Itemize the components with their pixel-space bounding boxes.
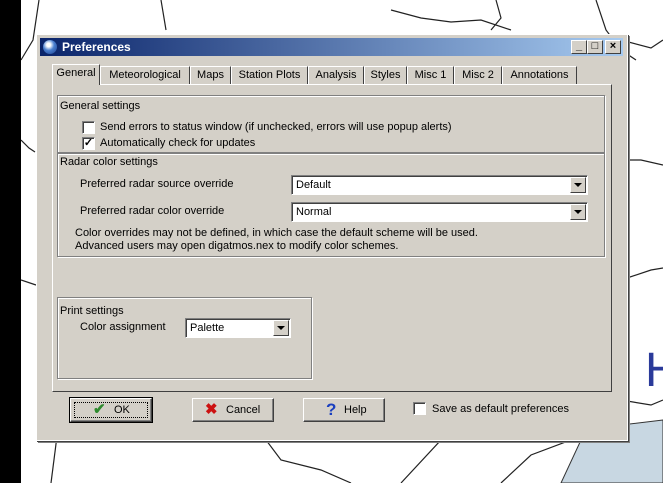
radar-source-select[interactable]: Default — [291, 175, 588, 195]
tab-misc1[interactable]: Misc 1 — [407, 66, 454, 84]
radar-color-select[interactable]: Normal — [291, 202, 588, 222]
preferences-dialog: Preferences _ □ × General Meteorological… — [36, 34, 628, 441]
general-tab-panel: General settings Send errors to status w… — [52, 84, 612, 392]
close-button[interactable]: × — [605, 40, 621, 54]
radar-settings-group: Radar color settings Preferred radar sou… — [57, 153, 605, 257]
radar-source-value: Default — [296, 179, 331, 191]
maximize-button[interactable]: □ — [587, 40, 603, 54]
chevron-down-icon[interactable] — [273, 320, 289, 336]
cancel-label: Cancel — [226, 404, 261, 416]
chevron-down-icon[interactable] — [570, 204, 586, 220]
radar-color-label: Preferred radar color override — [80, 205, 225, 217]
x-icon: ✖ — [205, 401, 218, 418]
radar-settings-title: Radar color settings — [60, 156, 158, 168]
help-button[interactable]: ? Help — [303, 398, 385, 422]
radar-source-label: Preferred radar source override — [80, 178, 234, 190]
general-settings-group: General settings Send errors to status w… — [57, 95, 605, 153]
ok-label: OK — [114, 404, 130, 416]
tab-styles[interactable]: Styles — [364, 66, 407, 84]
radar-note-line1: Color overrides may not be defined, in w… — [75, 227, 478, 239]
question-icon: ? — [326, 400, 337, 419]
color-assignment-select[interactable]: Palette — [185, 318, 291, 338]
checkmark-icon: ✓ — [83, 137, 94, 149]
send-errors-checkbox[interactable] — [82, 121, 95, 134]
print-settings-title: Print settings — [60, 305, 124, 317]
print-settings-group: Print settings Color assignment Palette — [57, 297, 312, 379]
save-default-label: Save as default preferences — [432, 403, 569, 415]
check-updates-label: Automatically check for updates — [100, 137, 256, 149]
color-assignment-label: Color assignment — [80, 321, 166, 333]
title-bar[interactable]: Preferences _ □ × — [40, 38, 623, 56]
general-settings-title: General settings — [60, 100, 141, 112]
minimize-button[interactable]: _ — [571, 40, 587, 54]
help-label: Help — [344, 404, 367, 416]
tab-maps[interactable]: Maps — [190, 66, 231, 84]
color-assignment-value: Palette — [190, 322, 225, 334]
radar-color-value: Normal — [296, 206, 332, 218]
chevron-down-icon[interactable] — [570, 177, 586, 193]
tab-general[interactable]: General — [52, 64, 100, 85]
window-title: Preferences — [62, 40, 131, 54]
tab-annotations[interactable]: Annotations — [502, 66, 577, 84]
send-errors-label: Send errors to status window (if uncheck… — [100, 121, 452, 133]
check-updates-checkbox[interactable]: ✓ — [82, 137, 95, 150]
focus-rect — [74, 402, 148, 418]
tab-analysis[interactable]: Analysis — [308, 66, 364, 84]
app-globe-icon — [43, 40, 57, 54]
tab-meteorological[interactable]: Meteorological — [100, 66, 190, 84]
tab-station-plots[interactable]: Station Plots — [231, 66, 308, 84]
checkmark-icon: ✔ — [93, 401, 106, 418]
cancel-button[interactable]: ✖ Cancel — [192, 398, 274, 422]
radar-note-line2: Advanced users may open digatmos.nex to … — [75, 240, 399, 252]
save-default-checkbox[interactable] — [413, 402, 426, 415]
high-pressure-label: H — [645, 344, 663, 397]
tab-misc2[interactable]: Misc 2 — [454, 66, 502, 84]
ok-button[interactable]: ✔ OK — [69, 397, 153, 423]
